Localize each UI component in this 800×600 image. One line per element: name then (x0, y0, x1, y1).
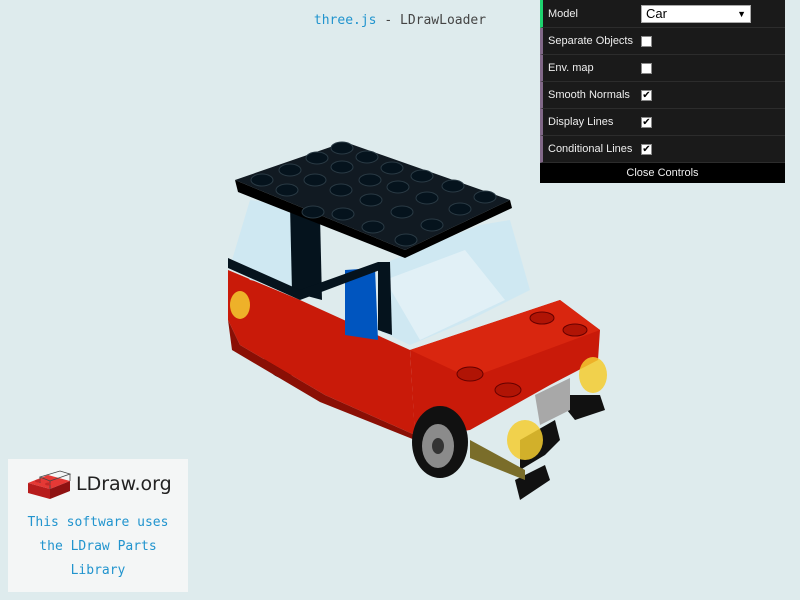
controls-panel: Model Car ▼ Separate Objects Env. map Sm… (540, 0, 785, 183)
ldraw-notice-line3: Library (70, 563, 126, 578)
separate-objects-label: Separate Objects (548, 35, 633, 47)
ldraw-notice[interactable]: This software uses the LDraw Parts Libra… (8, 511, 188, 583)
separate-objects-checkbox[interactable] (641, 35, 652, 47)
env-map-row: Env. map (540, 55, 785, 82)
checkmark-icon: ✔ (642, 143, 651, 155)
conditional-lines-label: Conditional Lines (548, 143, 633, 155)
model-select[interactable]: Car ▼ (641, 4, 751, 23)
chevron-down-icon: ▼ (737, 8, 746, 19)
model-select-value: Car (646, 5, 667, 21)
ldraw-notice-line1: This software uses (27, 515, 169, 530)
ldraw-attribution: LDraw.org This software uses the LDraw P… (8, 459, 188, 592)
front-left-wheel (412, 406, 468, 478)
ldraw-wordmark: LDraw.org (76, 473, 172, 495)
smooth-normals-checkbox[interactable]: ✔ (641, 89, 652, 101)
ldraw-logo[interactable]: LDraw.org (26, 469, 176, 501)
smooth-normals-row: Smooth Normals ✔ (540, 82, 785, 109)
display-lines-checkbox[interactable]: ✔ (641, 116, 652, 128)
model-row: Model Car ▼ (540, 0, 785, 28)
checkmark-icon: ✔ (642, 89, 651, 101)
display-lines-row: Display Lines ✔ (540, 109, 785, 136)
separate-objects-row: Separate Objects (540, 28, 785, 55)
lego-car-model (228, 141, 607, 500)
brick-logo-icon (28, 470, 72, 499)
checkmark-icon: ✔ (642, 116, 651, 128)
env-map-label: Env. map (548, 62, 594, 74)
conditional-lines-row: Conditional Lines ✔ (540, 136, 785, 163)
smooth-normals-label: Smooth Normals (548, 89, 630, 101)
display-lines-label: Display Lines (548, 116, 614, 128)
conditional-lines-checkbox[interactable]: ✔ (641, 143, 652, 155)
model-label: Model (548, 7, 578, 20)
close-controls-button[interactable]: Close Controls (540, 163, 785, 183)
env-map-checkbox[interactable] (641, 62, 652, 74)
ldraw-notice-line2: the LDraw Parts (39, 539, 157, 554)
